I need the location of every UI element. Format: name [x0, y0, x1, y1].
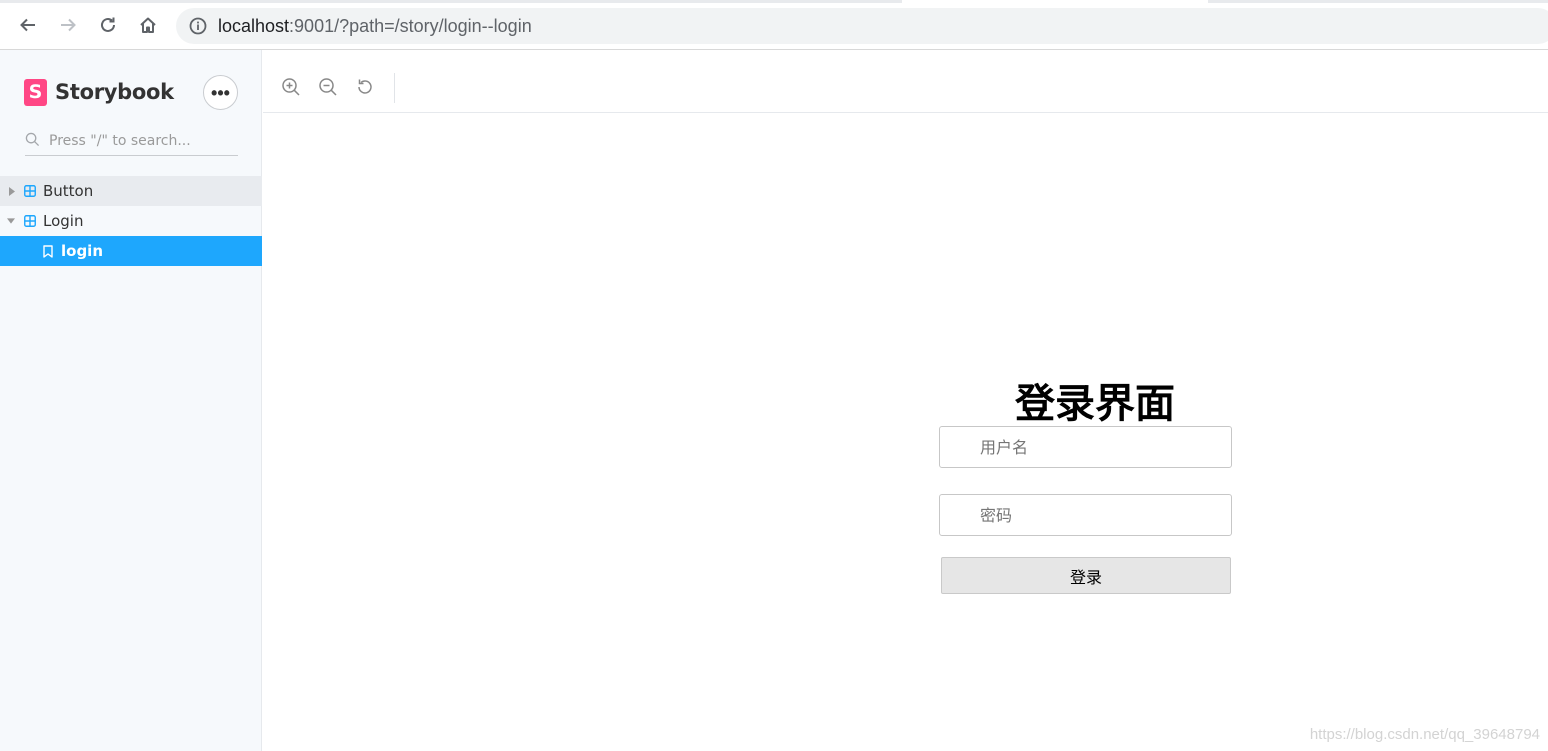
sidebar-menu-button[interactable]: •••: [203, 75, 238, 110]
search-icon: [25, 132, 40, 147]
arrow-left-icon: [20, 18, 35, 32]
zoom-out-icon: [319, 78, 337, 96]
zoom-in-button[interactable]: [280, 76, 302, 98]
home-icon: [140, 17, 156, 33]
storybook-brand[interactable]: S Storybook: [24, 78, 174, 106]
url-path: :9001/?path=/story/login--login: [289, 16, 532, 36]
watermark: https://blog.csdn.net/qq_39648794: [1309, 726, 1540, 743]
zoom-out-button[interactable]: [317, 76, 339, 98]
sidebar-item-button[interactable]: Button: [0, 176, 262, 206]
storybook-logo-icon: S: [24, 78, 47, 106]
storybook-sidebar: S Storybook ••• Button: [0, 50, 262, 751]
back-button[interactable]: [14, 11, 42, 39]
preview-toolbar: [263, 62, 1548, 113]
url-host: localhost: [218, 16, 290, 36]
arrow-right-icon: [61, 18, 76, 32]
toolbar-divider: [394, 73, 395, 103]
search-box[interactable]: [25, 130, 238, 156]
sidebar-item-label: Button: [43, 182, 94, 200]
sidebar-item-login-story[interactable]: login: [0, 236, 262, 266]
zoom-reset-button[interactable]: [354, 76, 376, 98]
active-tab-edge: [902, 0, 1208, 3]
more-icon: •••: [211, 82, 230, 103]
forward-button[interactable]: [54, 11, 82, 39]
login-title: 登录界面: [1015, 381, 1175, 427]
caret-right-icon[interactable]: [8, 186, 16, 196]
reload-icon: [101, 17, 115, 32]
tab-strip: [0, 0, 1548, 3]
component-icon: [24, 215, 36, 227]
sidebar-item-label: Login: [43, 212, 84, 230]
story-canvas: [263, 113, 1548, 751]
username-input[interactable]: [939, 426, 1232, 468]
address-bar[interactable]: localhost:9001/?path=/story/login--login: [176, 8, 1548, 44]
password-input[interactable]: [939, 494, 1232, 536]
component-icon: [24, 185, 36, 197]
url-text: localhost:9001/?path=/story/login--login: [218, 15, 532, 37]
bookmark-icon: [43, 245, 53, 258]
caret-down-icon[interactable]: [7, 216, 15, 226]
sidebar-item-label: login: [61, 242, 104, 260]
reload-button[interactable]: [94, 11, 122, 39]
sidebar-item-login[interactable]: Login: [0, 206, 262, 236]
story-tree: Button Login login: [0, 176, 262, 266]
info-icon[interactable]: [188, 16, 208, 36]
browser-chrome: localhost:9001/?path=/story/login--login: [0, 0, 1548, 50]
zoom-in-icon: [282, 78, 300, 96]
search-input[interactable]: [49, 130, 237, 152]
reset-icon: [358, 79, 372, 94]
login-button[interactable]: 登录: [941, 557, 1231, 594]
login-button-label: 登录: [1069, 567, 1102, 587]
brand-name: Storybook: [55, 80, 174, 104]
home-button[interactable]: [134, 11, 162, 39]
